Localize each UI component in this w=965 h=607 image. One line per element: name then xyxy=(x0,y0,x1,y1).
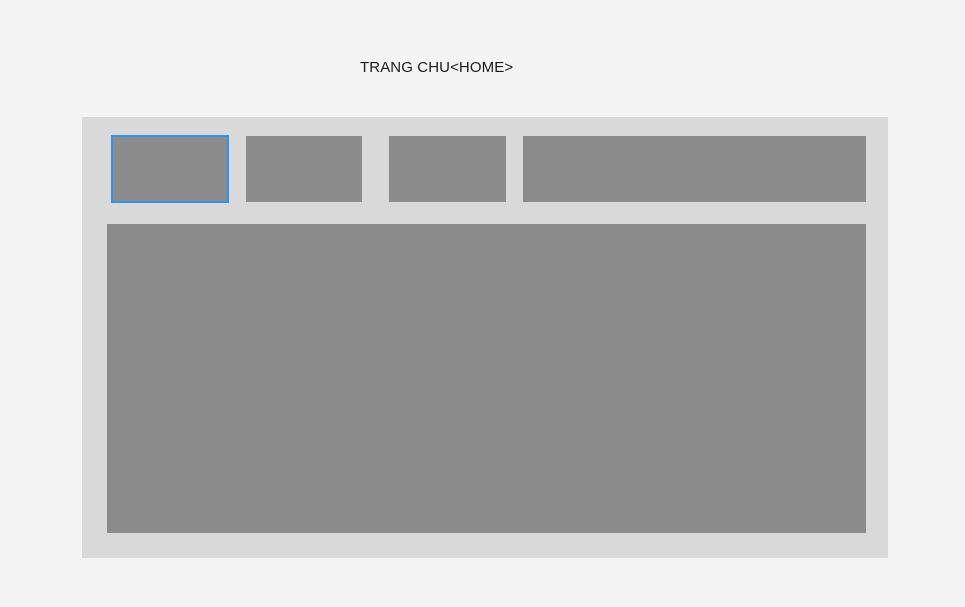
nav-block-2[interactable] xyxy=(246,136,362,202)
nav-block-1[interactable] xyxy=(111,135,229,203)
page-title: TRANG CHU<HOME> xyxy=(360,59,514,76)
home-frame xyxy=(82,117,888,558)
nav-block-4[interactable] xyxy=(523,136,866,202)
nav-block-3[interactable] xyxy=(389,136,506,202)
main-content-area xyxy=(107,224,866,533)
